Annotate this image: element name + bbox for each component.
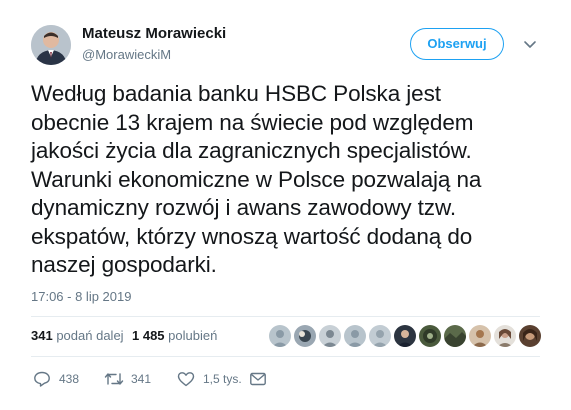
liker-avatar[interactable] <box>418 324 442 348</box>
avatar[interactable] <box>31 25 71 65</box>
divider <box>31 316 540 317</box>
tweet-text-line: Warunki ekonomiczne w Polsce pozwalają n… <box>31 166 482 192</box>
likes-label: polubień <box>168 328 218 343</box>
liker-avatar[interactable] <box>493 324 517 348</box>
tweet-card: Mateusz Morawiecki @MorawieckiM Obserwuj… <box>0 0 571 410</box>
retweets-stat[interactable]: 341 podań dalej <box>31 320 124 352</box>
tweet-text-line: jakości życia dla zagranicznych specjali… <box>31 138 472 163</box>
liker-avatar[interactable] <box>318 324 342 348</box>
tweet-text-line: dynamiczny rozwój i awans zawodowy tzw. <box>31 195 457 220</box>
retweets-label: podań dalej <box>56 328 124 343</box>
follow-button[interactable]: Obserwuj <box>410 28 504 60</box>
liker-avatar[interactable] <box>268 324 292 348</box>
liker-avatar[interactable] <box>368 324 392 348</box>
retweet-count: 341 <box>131 372 152 386</box>
author-handle[interactable]: @MorawieckiM <box>82 46 226 64</box>
retweet-icon <box>104 373 124 385</box>
liker-avatar[interactable] <box>293 324 317 348</box>
tweet-text: Według badania banku HSBC Polska jest ob… <box>31 80 541 280</box>
chevron-down-icon[interactable] <box>520 34 540 54</box>
liker-avatar[interactable] <box>518 324 542 348</box>
liker-avatar[interactable] <box>443 324 467 348</box>
tweet-header: Mateusz Morawiecki @MorawieckiM Obserwuj <box>31 22 551 70</box>
tweet-text-line: Według badania banku HSBC Polska jest <box>31 81 441 106</box>
divider <box>31 356 540 357</box>
liker-avatar[interactable] <box>468 324 492 348</box>
likes-count: 1 485 <box>132 328 165 343</box>
tweet-text-line: obecnie 13 krajem na świecie pod względe… <box>31 109 474 135</box>
envelope-icon <box>250 372 266 386</box>
retweets-count: 341 <box>31 328 53 343</box>
heart-icon <box>177 372 195 387</box>
tweet-stats: 341 podań dalej 1 485 polubień <box>31 320 542 352</box>
reply-icon <box>34 371 50 387</box>
liker-avatar[interactable] <box>343 324 367 348</box>
reply-count: 438 <box>59 372 80 386</box>
tweet-timestamp[interactable]: 17:06 - 8 lip 2019 <box>31 288 131 306</box>
tweet-actions: 438 341 1,5 tys. <box>31 368 540 390</box>
author-block: Mateusz Morawiecki @MorawieckiM <box>82 24 226 64</box>
likes-stat[interactable]: 1 485 polubień <box>132 320 217 352</box>
tweet-text-line: naszej gospodarki. <box>31 252 217 277</box>
liker-avatar[interactable] <box>393 324 417 348</box>
like-count: 1,5 tys. <box>203 372 242 386</box>
tweet-text-line: ekspatów, którzy wnoszą wartość dodaną d… <box>31 223 473 249</box>
author-display-name[interactable]: Mateusz Morawiecki <box>82 24 226 44</box>
